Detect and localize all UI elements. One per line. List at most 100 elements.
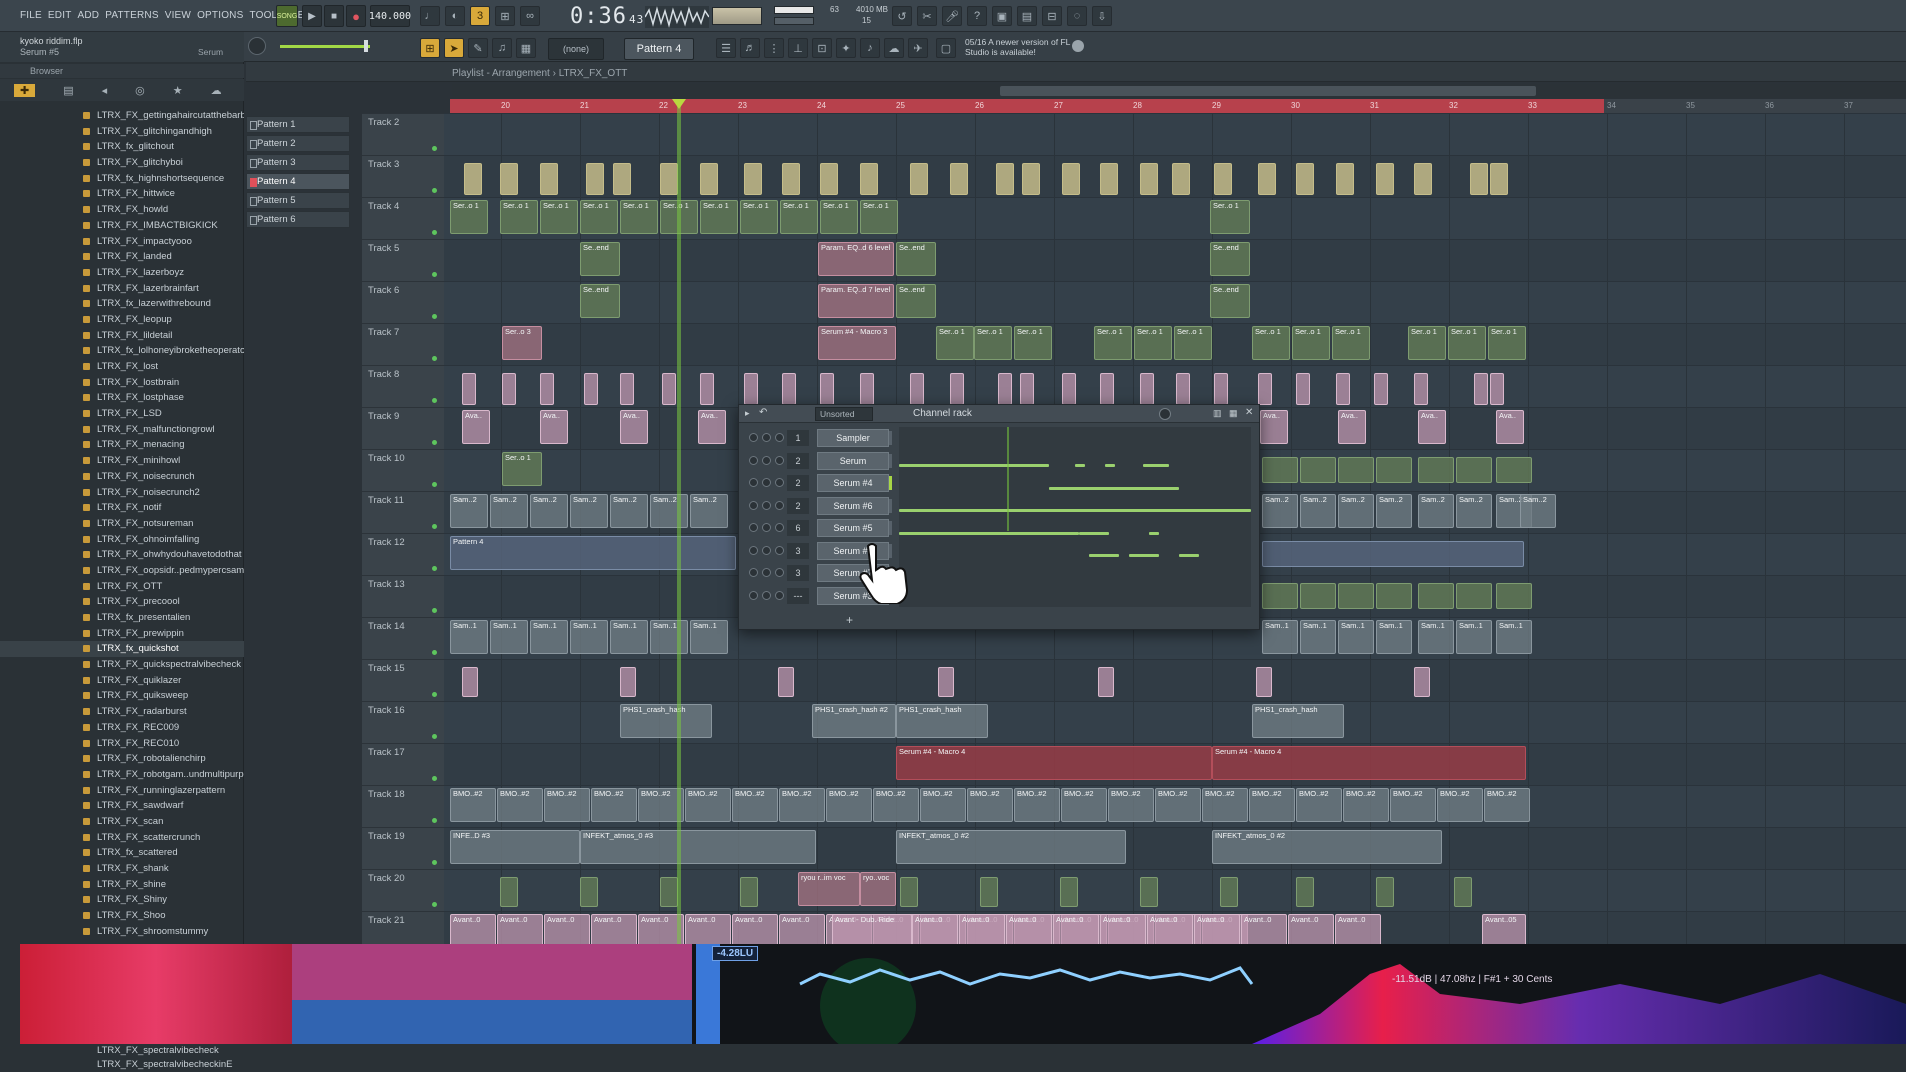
playlist-clip[interactable] xyxy=(700,373,714,405)
browser-icon[interactable]: ⊡ xyxy=(812,38,832,58)
playlist-clip[interactable]: Sam..2 xyxy=(1300,494,1336,528)
playlist-clip[interactable] xyxy=(1456,457,1492,483)
playlist-clip[interactable]: BMO..#2 xyxy=(873,788,919,822)
browser-item[interactable]: LTRX_FX_ohnoimfalling xyxy=(0,532,244,548)
menu-add[interactable]: ADD xyxy=(78,10,100,21)
arrow-icon[interactable]: ➤ xyxy=(444,38,464,58)
track-mute-led[interactable] xyxy=(432,440,437,445)
playlist-clip[interactable]: Ser..o 1 xyxy=(1408,326,1446,360)
browser-item[interactable]: LTRX_fx_lolhoneyibroketheoperator xyxy=(0,343,244,359)
playlist-clip[interactable]: Se..end xyxy=(896,242,936,276)
mute-led[interactable] xyxy=(749,433,758,442)
playlist-clip[interactable] xyxy=(660,163,678,195)
playlist-clip[interactable] xyxy=(1376,163,1394,195)
pan-knob[interactable] xyxy=(762,478,771,487)
playlist-clip[interactable]: Ava.. xyxy=(540,410,568,444)
playlist-clip[interactable] xyxy=(1140,373,1154,405)
loop-record-icon[interactable]: ∞ xyxy=(520,6,540,26)
playlist-clip[interactable] xyxy=(1262,457,1298,483)
mixer-track-number[interactable]: 2 xyxy=(787,475,809,491)
save-icon[interactable]: ▤ xyxy=(1017,6,1037,26)
track-mute-led[interactable] xyxy=(432,146,437,151)
mute-led[interactable] xyxy=(749,590,758,600)
pan-knob[interactable] xyxy=(762,455,771,465)
browser-item[interactable]: LTRX_fx_presentalien xyxy=(0,610,244,626)
playlist-clip[interactable] xyxy=(938,667,954,697)
playlist-clip[interactable]: Avant..0 xyxy=(497,914,543,948)
browser-item[interactable]: LTRX_FX_ohwhydouhavetodothat xyxy=(0,547,244,563)
playlist-clip[interactable] xyxy=(584,373,598,405)
playlist-clip[interactable]: BMO..#2 xyxy=(1108,788,1154,822)
playlist-clip[interactable]: Se..end xyxy=(896,284,936,318)
track-mute-led[interactable] xyxy=(432,650,437,655)
tempo-display[interactable]: 140.000 xyxy=(369,5,411,27)
volume-knob[interactable] xyxy=(775,523,784,532)
browser-item[interactable]: LTRX_fx_quickshot xyxy=(0,641,244,658)
playlist-clip[interactable] xyxy=(1490,373,1504,405)
browser-item[interactable]: LTRX_FX_lazerboyz xyxy=(0,265,244,281)
playlist-clip[interactable] xyxy=(820,163,838,195)
playlist-clip[interactable]: Avant..0 xyxy=(779,914,825,948)
browser-item[interactable]: LTRX_FX_spectralvibecheckinE xyxy=(0,1058,244,1072)
browser-item[interactable]: LTRX_FX_impactyooo xyxy=(0,234,244,250)
playlist-clip[interactable]: Ser..o 1 xyxy=(936,326,974,360)
playlist-clip[interactable]: PHS1_crash_hash #2 xyxy=(812,704,896,738)
playlist-clip[interactable]: Ser..o 1 xyxy=(1014,326,1052,360)
browser-item[interactable]: LTRX_FX_oopsidr..pedmypercsamples xyxy=(0,563,244,579)
tab-favorites-icon[interactable]: ★ xyxy=(173,84,183,97)
step-edit-icon[interactable]: ⊞ xyxy=(495,6,515,26)
playlist-clip[interactable] xyxy=(1336,163,1354,195)
playlist-clip[interactable]: Ava.. xyxy=(462,410,490,444)
playlist-clip[interactable]: Ser..o 1 xyxy=(450,200,488,234)
track-mute-led[interactable] xyxy=(432,314,437,319)
rack-graph-icon[interactable]: ▥ xyxy=(1213,408,1222,419)
playlist-clip[interactable]: Ava.. xyxy=(1260,410,1288,444)
volume-knob[interactable] xyxy=(775,455,784,465)
step-sequencer-area[interactable] xyxy=(899,427,1251,607)
shop-icon[interactable]: ✈ xyxy=(908,38,928,58)
playlist-clip[interactable] xyxy=(980,877,998,907)
rack-swing-knob[interactable] xyxy=(1159,408,1171,420)
playlist-clip[interactable] xyxy=(1414,667,1430,697)
playlist-clip[interactable] xyxy=(1454,877,1472,907)
playlist-clip[interactable] xyxy=(1490,163,1508,195)
playlist-clip[interactable]: Avant..0 xyxy=(685,914,731,948)
browser-item[interactable]: LTRX_FX_landed xyxy=(0,249,244,265)
playlist-clip[interactable] xyxy=(1140,163,1158,195)
playlist-clip[interactable] xyxy=(1414,373,1428,405)
track-mute-led[interactable] xyxy=(432,524,437,529)
playlist-clip[interactable] xyxy=(462,373,476,405)
channel-select-indicator[interactable] xyxy=(889,498,892,513)
playlist-clip[interactable]: Avant..0 xyxy=(1100,914,1146,948)
playlist-clip[interactable]: Pattern 4 xyxy=(450,536,736,570)
keyboard-icon[interactable]: ▦ xyxy=(516,38,536,58)
playlist-clip[interactable] xyxy=(1418,583,1454,609)
playlist-clip[interactable] xyxy=(910,373,924,405)
browser-item[interactable]: LTRX_FX_glitchingandhigh xyxy=(0,124,244,140)
wait-input-icon[interactable]: ◐ xyxy=(445,6,465,26)
playlist-clip[interactable] xyxy=(996,163,1014,195)
playlist-clip[interactable] xyxy=(998,373,1012,405)
browser-item[interactable]: LTRX_FX_hittwice xyxy=(0,186,244,202)
playlist-clip[interactable] xyxy=(1414,163,1432,195)
mute-led[interactable] xyxy=(749,545,758,555)
pattern-item[interactable]: Pattern 6 xyxy=(246,211,350,228)
playlist-clip[interactable]: Ser..o 1 xyxy=(1252,326,1290,360)
rack-undo-icon[interactable]: ↶ xyxy=(759,407,767,418)
channel-name-button[interactable]: Sampler xyxy=(817,429,889,447)
browser-item[interactable]: LTRX_FX_OTT xyxy=(0,579,244,595)
playlist-clip[interactable]: Se..end xyxy=(1210,242,1250,276)
playlist-clip[interactable]: Ser..o 1 xyxy=(1488,326,1526,360)
browser-item[interactable]: LTRX_FX_lildetail xyxy=(0,328,244,344)
playlist-clip[interactable]: Se..end xyxy=(580,242,620,276)
mixer-track-number[interactable]: 1 xyxy=(787,430,809,446)
playlist-clip[interactable]: Sam..2 xyxy=(1338,494,1374,528)
playlist-clip[interactable]: BMO..#2 xyxy=(779,788,825,822)
mute-led[interactable] xyxy=(749,500,758,510)
playlist-clip[interactable] xyxy=(580,877,598,907)
rack-close-icon[interactable]: ✕ xyxy=(1245,407,1253,418)
playlist-clip[interactable]: BMO..#2 xyxy=(967,788,1013,822)
playlist-clip[interactable] xyxy=(1140,877,1158,907)
playlist-clip[interactable]: Ava.. xyxy=(1418,410,1446,444)
playlist-clip[interactable]: Ser..o 1 xyxy=(1448,326,1486,360)
